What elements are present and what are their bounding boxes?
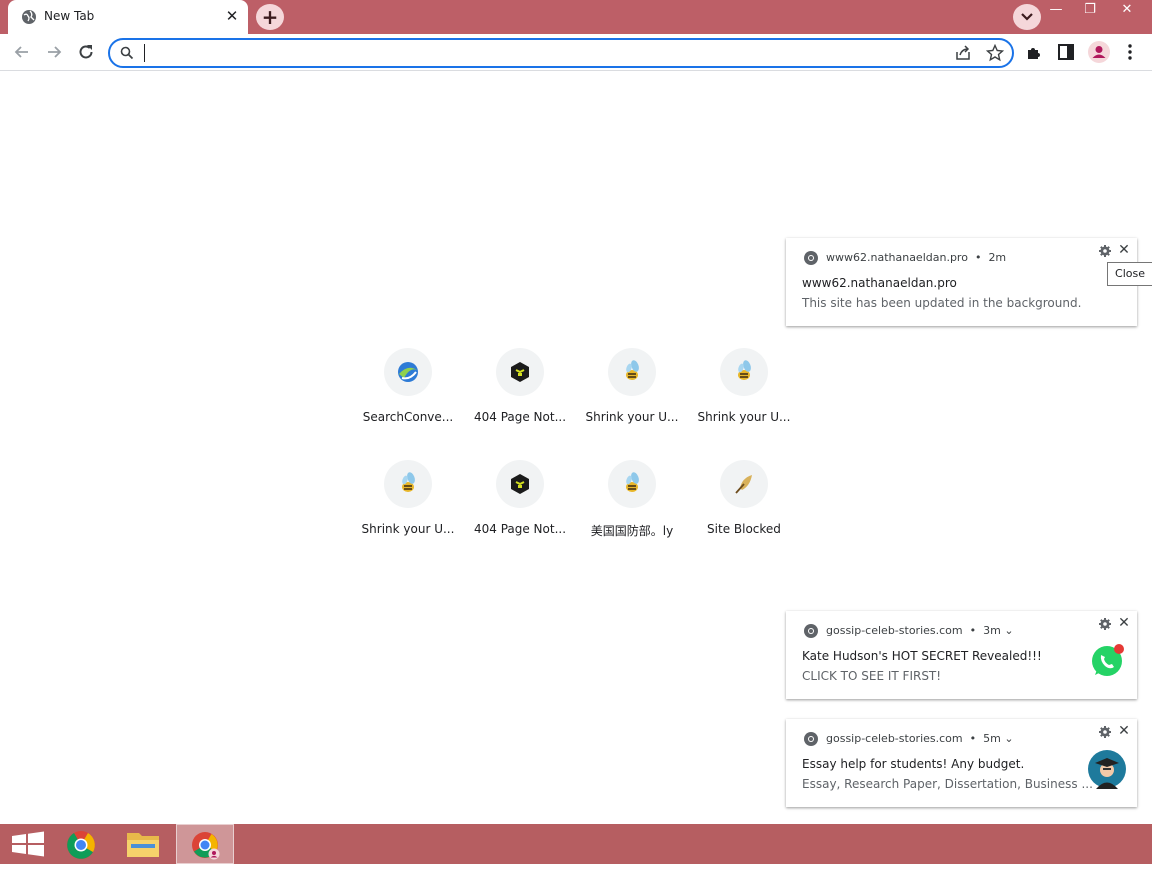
chrome-profile-icon xyxy=(192,832,220,860)
quill-icon xyxy=(735,475,752,494)
address-bar[interactable] xyxy=(108,38,1014,68)
bookmark-star-icon[interactable] xyxy=(986,44,1004,62)
shortcut-icon-container xyxy=(608,460,656,508)
tab-new-tab[interactable]: New Tab ✕ xyxy=(8,0,248,34)
shortcut-tile[interactable]: 404 Page Not... xyxy=(464,348,576,448)
shortcut-tile[interactable]: 美国国防部。ly xyxy=(576,460,688,560)
tab-title: New Tab xyxy=(44,9,95,23)
toolbar xyxy=(0,34,1152,71)
side-panel-icon[interactable] xyxy=(1056,42,1076,62)
extensions-icon[interactable] xyxy=(1024,42,1044,62)
tab-close-icon[interactable]: ✕ xyxy=(222,6,242,26)
back-icon[interactable] xyxy=(12,42,32,62)
search-icon xyxy=(120,46,134,60)
shortcut-icon-container xyxy=(496,460,544,508)
notification-origin: gossip-celeb-stories.com • 5m ⌄ xyxy=(826,732,1014,745)
shortcut-tile[interactable]: Shrink your U... xyxy=(576,348,688,448)
shortcut-label: 404 Page Not... xyxy=(473,410,567,424)
notification-body: CLICK TO SEE IT FIRST! xyxy=(802,669,942,683)
chrome-icon xyxy=(804,624,818,638)
minimize-button[interactable]: — xyxy=(1040,2,1072,20)
chrome-logo-icon xyxy=(67,831,95,859)
shortcut-label: SearchConve... xyxy=(362,410,454,424)
graduate-avatar-icon xyxy=(1088,750,1126,789)
notification-title: www62.nathanaeldan.pro xyxy=(802,276,957,290)
folder-icon xyxy=(127,833,159,857)
shortcut-tile[interactable]: 404 Page Not... xyxy=(464,460,576,560)
taskbar-chrome-active[interactable] xyxy=(176,824,234,864)
bee-icon xyxy=(738,360,751,380)
black-box-icon xyxy=(511,362,529,382)
menu-kebab-icon[interactable] xyxy=(1120,42,1140,62)
shortcut-tile[interactable]: Shrink your U... xyxy=(352,460,464,560)
tab-strip: New Tab ✕ + — ❐ ✕ xyxy=(0,0,1152,34)
close-icon[interactable]: ✕ xyxy=(1117,615,1131,631)
restore-button[interactable]: ❐ xyxy=(1074,2,1106,20)
notification-3[interactable]: gossip-celeb-stories.com • 5m ⌄ Essay he… xyxy=(786,719,1137,807)
text-caret xyxy=(144,44,145,62)
address-input[interactable] xyxy=(142,43,936,65)
shortcut-label: Shrink your U... xyxy=(361,522,455,536)
new-tab-button[interactable]: + xyxy=(256,4,284,30)
whatsapp-icon xyxy=(1092,644,1124,676)
profile-avatar-icon[interactable] xyxy=(1087,40,1111,64)
notification-origin: gossip-celeb-stories.com • 3m ⌄ xyxy=(826,624,1014,637)
tab-search-button[interactable] xyxy=(1013,4,1041,30)
shortcut-label: 美国国防部。ly xyxy=(590,524,674,538)
gear-icon[interactable] xyxy=(1098,244,1112,258)
chrome-icon xyxy=(804,251,818,265)
shortcut-label: 404 Page Not... xyxy=(473,522,567,536)
notification-title: Kate Hudson's HOT SECRET Revealed!!! xyxy=(802,649,1042,663)
shortcut-tile[interactable]: SearchConve... xyxy=(352,348,464,448)
notification-origin: www62.nathanaeldan.pro • 2m xyxy=(826,251,1007,264)
close-tooltip: Close xyxy=(1107,262,1152,286)
start-button[interactable] xyxy=(0,824,58,864)
windows-logo-icon xyxy=(12,831,44,857)
taskbar xyxy=(0,824,1152,864)
gear-icon[interactable] xyxy=(1098,617,1112,631)
shortcut-label: Shrink your U... xyxy=(585,410,679,424)
globe-icon xyxy=(22,10,36,24)
shortcut-icon-container xyxy=(384,348,432,396)
chrome-icon xyxy=(804,732,818,746)
reload-icon[interactable] xyxy=(76,42,96,62)
share-icon[interactable] xyxy=(954,44,972,62)
bee-icon xyxy=(402,472,415,492)
close-icon[interactable]: ✕ xyxy=(1117,242,1131,258)
shortcut-icon-container xyxy=(384,460,432,508)
notification-1[interactable]: www62.nathanaeldan.pro • 2m www62.nathan… xyxy=(786,238,1137,326)
notification-body: Essay, Research Paper, Dissertation, Bus… xyxy=(802,777,1093,791)
bee-icon xyxy=(626,360,639,380)
shortcut-icon-container xyxy=(720,460,768,508)
chevron-down-icon xyxy=(1021,13,1033,21)
shortcut-label: Site Blocked xyxy=(707,522,781,536)
notification-2[interactable]: gossip-celeb-stories.com • 3m ⌄ Kate Hud… xyxy=(786,611,1137,699)
shortcut-icon-container xyxy=(496,348,544,396)
globe-swirl-icon xyxy=(398,362,418,382)
shortcut-label: Shrink your U... xyxy=(697,410,791,424)
shortcut-tile[interactable]: Shrink your U... xyxy=(688,348,800,448)
taskbar-file-explorer[interactable] xyxy=(114,824,172,864)
bee-icon xyxy=(626,472,639,492)
gear-icon[interactable] xyxy=(1098,725,1112,739)
shortcut-icon-container xyxy=(720,348,768,396)
notification-body: This site has been updated in the backgr… xyxy=(802,296,1082,310)
notification-title: Essay help for students! Any budget. xyxy=(802,757,1025,771)
close-window-button[interactable]: ✕ xyxy=(1111,2,1143,20)
shortcut-tile[interactable]: Site Blocked xyxy=(688,460,800,560)
close-icon[interactable]: ✕ xyxy=(1117,723,1131,739)
taskbar-chrome[interactable] xyxy=(52,824,110,864)
shortcut-icon-container xyxy=(608,348,656,396)
forward-icon[interactable] xyxy=(44,42,64,62)
black-box-icon xyxy=(511,474,529,494)
